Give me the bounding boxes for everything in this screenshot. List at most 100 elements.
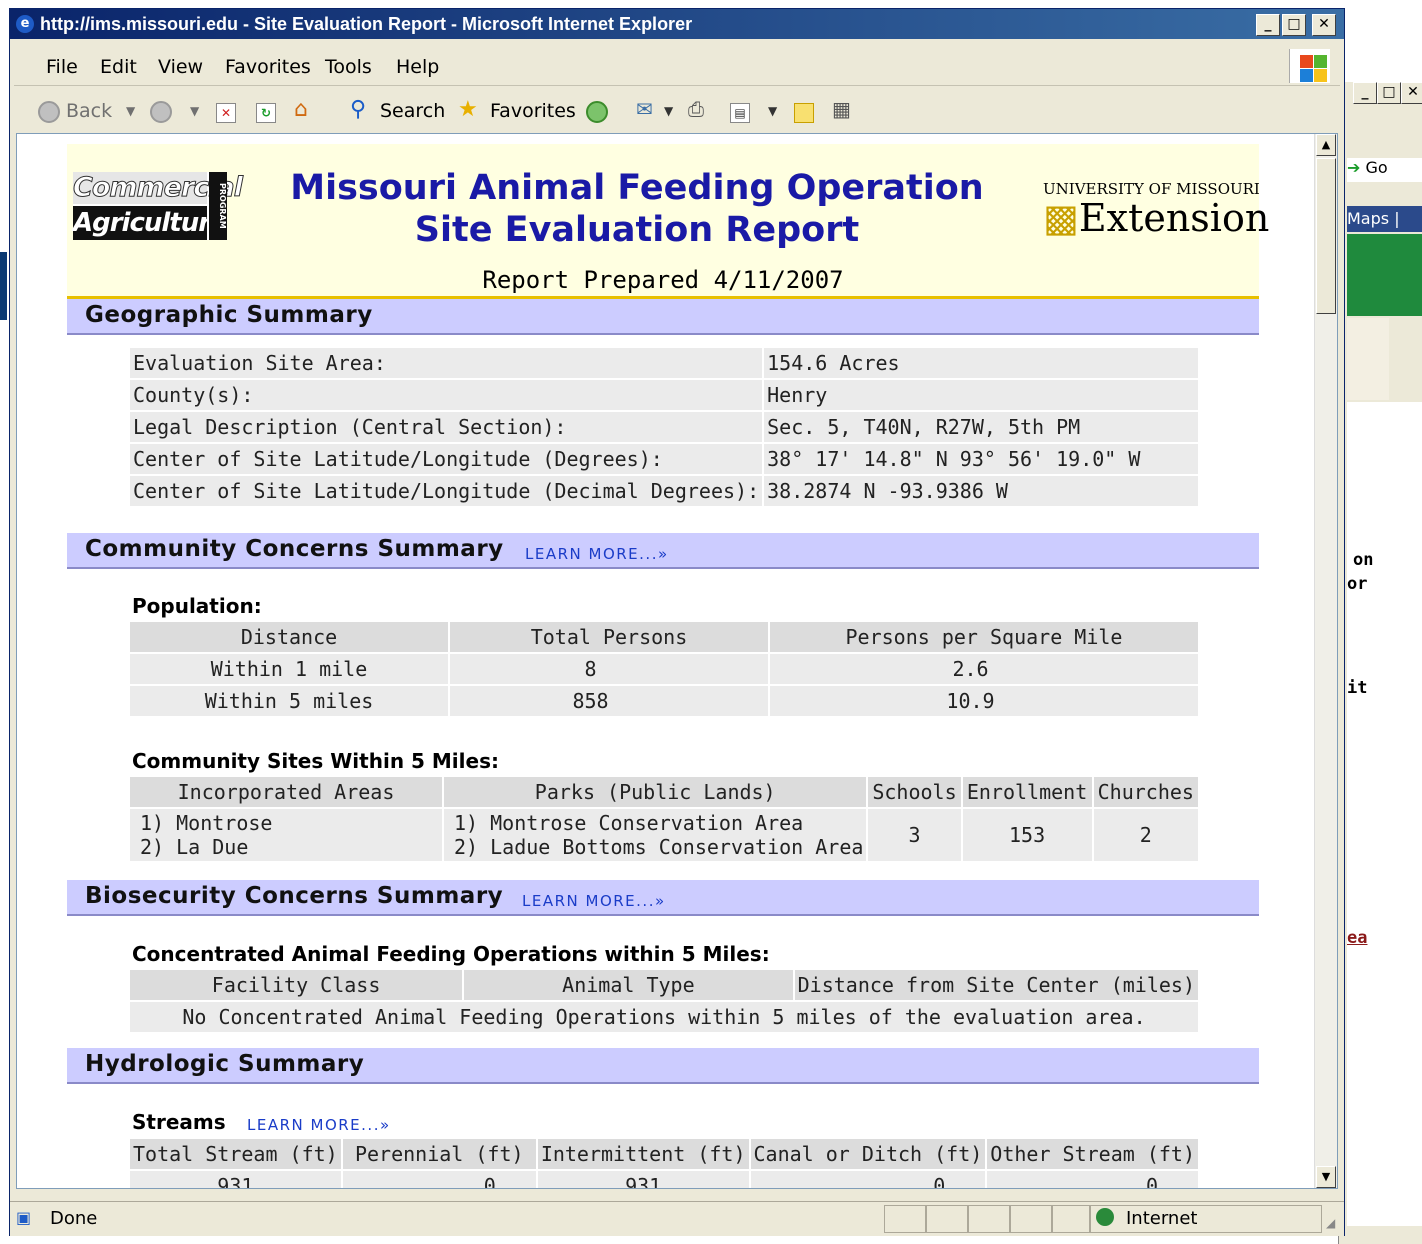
row-label: Evaluation Site Area: xyxy=(130,348,763,378)
discuss-icon[interactable] xyxy=(794,103,814,123)
background-edge xyxy=(0,252,7,320)
home-icon[interactable]: ⌂ xyxy=(294,97,308,122)
learn-more-link[interactable]: LEARN MORE...» xyxy=(247,1116,391,1134)
section-title: Geographic Summary xyxy=(85,302,373,328)
mail-icon[interactable]: ✉ xyxy=(636,97,653,121)
forward-arrow-icon[interactable] xyxy=(150,101,172,123)
bg-go-button[interactable]: ➔ Go xyxy=(1347,158,1422,182)
print-icon[interactable]: ⎙ xyxy=(688,97,704,121)
column-header: Facility Class xyxy=(130,970,463,1000)
refresh-icon[interactable]: ↻ xyxy=(256,103,276,123)
column-header: Persons per Square Mile xyxy=(770,622,1198,652)
forward-dropdown-icon[interactable]: ▼ xyxy=(190,104,199,118)
background-window[interactable]: _ □ ✕ ➔ Go Maps | on or it ea xyxy=(1338,82,1422,1244)
scroll-thumb[interactable] xyxy=(1316,158,1336,314)
column-header: Churches xyxy=(1093,777,1198,807)
mu-shield-icon: ▩ xyxy=(1043,196,1079,240)
row-label: Center of Site Latitude/Longitude (Degre… xyxy=(130,444,763,474)
cell: 0 xyxy=(987,1171,1198,1188)
status-text: Done xyxy=(50,1208,98,1229)
back-dropdown-icon[interactable]: ▼ xyxy=(126,104,135,118)
edit-icon[interactable]: ▤ xyxy=(730,103,750,123)
report-date: Report Prepared 4/11/2007 xyxy=(482,266,844,294)
table-row: Legal Description (Central Section): Sec.… xyxy=(130,412,1198,442)
column-header: Schools xyxy=(868,777,961,807)
community-sites-label: Community Sites Within 5 Miles: xyxy=(132,749,499,773)
column-header: Canal or Ditch (ft) xyxy=(750,1139,986,1169)
background-window-controls[interactable]: _ □ ✕ xyxy=(1347,82,1422,104)
cafo-table: Facility Class Animal Type Distance from… xyxy=(128,968,1200,1034)
population-label: Population: xyxy=(132,594,262,618)
bg-maximize-button[interactable]: □ xyxy=(1377,82,1401,104)
table-row: No Concentrated Animal Feeding Operation… xyxy=(130,1002,1198,1032)
cell: 0 xyxy=(342,1171,536,1188)
bg-maps-link[interactable]: Maps | xyxy=(1347,206,1422,232)
edit-dropdown-icon[interactable]: ▼ xyxy=(768,104,777,118)
list-item: 1) Montrose xyxy=(140,811,273,835)
list-item: 1) Montrose Conservation Area xyxy=(454,811,804,835)
stop-icon[interactable]: ✕ xyxy=(216,103,236,123)
bg-minimize-button[interactable]: _ xyxy=(1353,82,1377,104)
row-value: 38° 17' 14.8" N 93° 56' 19.0" W xyxy=(764,444,1198,474)
learn-more-link[interactable]: LEARN MORE...» xyxy=(522,892,666,910)
cell: Within 1 mile xyxy=(130,654,448,684)
maximize-button[interactable]: □ xyxy=(1282,14,1306,36)
status-pane xyxy=(968,1205,1010,1233)
windows-logo-icon xyxy=(1289,49,1330,83)
minimize-button[interactable]: _ xyxy=(1256,14,1280,36)
close-button[interactable]: ✕ xyxy=(1312,14,1336,36)
back-button[interactable]: Back xyxy=(66,100,112,122)
churches-cell: 2 xyxy=(1093,809,1198,861)
page-viewport[interactable]: ▲ ▼ Commercial Agriculture PROGRAM Misso… xyxy=(16,133,1338,1189)
learn-more-link[interactable]: LEARN MORE...» xyxy=(525,545,669,563)
row-label: Center of Site Latitude/Longitude (Decim… xyxy=(130,476,763,506)
favorites-button[interactable]: Favorites xyxy=(490,100,576,122)
table-row: County(s): Henry xyxy=(130,380,1198,410)
ie-logo-icon: e xyxy=(16,15,34,33)
resize-grip-icon[interactable]: ◢ xyxy=(1326,1216,1335,1230)
table-row: Center of Site Latitude/Longitude (Decim… xyxy=(130,476,1198,506)
research-icon[interactable]: ▦ xyxy=(832,97,851,121)
title-bar[interactable]: e http://ims.missouri.edu - Site Evaluat… xyxy=(10,9,1344,39)
bg-link-fragment[interactable]: ea xyxy=(1347,928,1367,948)
report-title-line-2: Site Evaluation Report xyxy=(414,210,860,250)
table-header-row: Total Stream (ft) Perennial (ft) Intermi… xyxy=(130,1139,1198,1169)
status-bar: ▣ Done Internet ◢ xyxy=(10,1201,1344,1236)
schools-cell: 3 xyxy=(868,809,961,861)
menu-tools[interactable]: Tools xyxy=(325,56,372,78)
window-title: http://ims.missouri.edu - Site Evaluatio… xyxy=(40,14,693,34)
status-pane xyxy=(926,1205,968,1233)
status-pane xyxy=(1052,1205,1090,1233)
table-row: Evaluation Site Area: 154.6 Acres xyxy=(130,348,1198,378)
bg-close-button[interactable]: ✕ xyxy=(1401,82,1422,104)
column-header: Parks (Public Lands) xyxy=(444,777,867,807)
menu-help[interactable]: Help xyxy=(396,56,439,78)
bg-text-fragment: or xyxy=(1347,574,1368,594)
bg-text-fragment: on xyxy=(1353,550,1374,570)
mu-extension-logo[interactable]: UNIVERSITY OF MISSOURI ▩Extension xyxy=(1043,180,1269,240)
enrollment-cell: 153 xyxy=(962,809,1092,861)
search-button[interactable]: Search xyxy=(380,100,445,122)
back-arrow-icon[interactable] xyxy=(38,101,60,123)
row-value: 38.2874 N -93.9386 W xyxy=(764,476,1198,506)
column-header: Incorporated Areas xyxy=(130,777,442,807)
list-item: 2) Ladue Bottoms Conservation Area xyxy=(454,835,864,859)
mail-dropdown-icon[interactable]: ▼ xyxy=(664,104,673,118)
table-header-row: Distance Total Persons Persons per Squar… xyxy=(130,622,1198,652)
browser-window[interactable]: e http://ims.missouri.edu - Site Evaluat… xyxy=(9,8,1345,1236)
scroll-down-button[interactable]: ▼ xyxy=(1316,1166,1336,1188)
mu-logo-line-2: Extension xyxy=(1078,196,1270,240)
column-header: Enrollment xyxy=(962,777,1092,807)
cell: 858 xyxy=(450,686,768,716)
population-table: Distance Total Persons Persons per Squar… xyxy=(128,620,1200,718)
vertical-scrollbar[interactable]: ▲ ▼ xyxy=(1314,134,1337,1188)
menu-favorites[interactable]: Favorites xyxy=(225,56,311,78)
menu-file[interactable]: File xyxy=(46,56,78,78)
history-icon[interactable] xyxy=(586,101,608,123)
search-icon[interactable]: ⚲ xyxy=(350,97,366,122)
report-header: Commercial Agriculture PROGRAM Missouri … xyxy=(67,144,1269,299)
menu-view[interactable]: View xyxy=(158,56,203,78)
favorites-star-icon[interactable]: ★ xyxy=(458,97,478,122)
scroll-up-button[interactable]: ▲ xyxy=(1316,134,1336,156)
menu-edit[interactable]: Edit xyxy=(100,56,137,78)
